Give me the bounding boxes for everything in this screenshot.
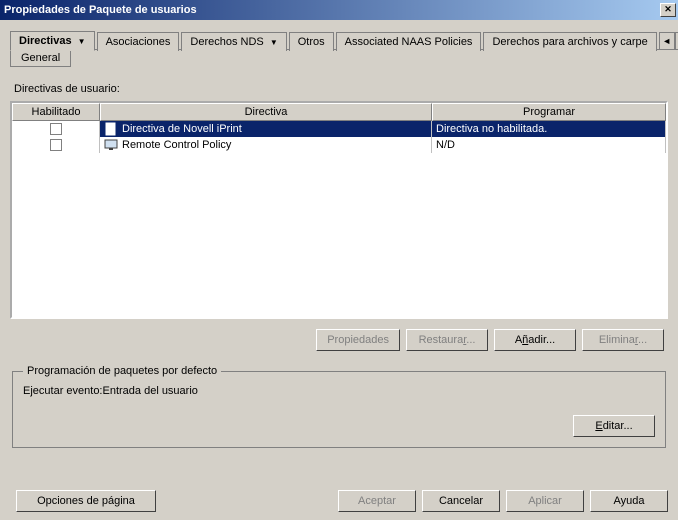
monitor-icon <box>104 138 118 152</box>
ok-button: Aceptar <box>338 490 416 512</box>
tab-directivas-label: Directivas <box>19 35 72 47</box>
schedule-cell: N/D <box>432 137 666 153</box>
add-button[interactable]: Añadir... <box>494 329 576 351</box>
enabled-cell[interactable] <box>12 137 100 153</box>
col-header-directive[interactable]: Directiva <box>100 103 432 121</box>
restore-button: Restaurar... <box>406 329 488 351</box>
checkbox-icon[interactable] <box>50 139 62 151</box>
apply-button: Aplicar <box>506 490 584 512</box>
tab-derechos-nds[interactable]: Derechos NDS ▼ <box>181 32 286 51</box>
directive-label: Directiva de Novell iPrint <box>122 122 242 136</box>
checkbox-icon[interactable] <box>50 123 62 135</box>
run-event-label: Ejecutar evento: <box>23 385 103 397</box>
tab-naas[interactable]: Associated NAAS Policies <box>336 32 482 51</box>
chevron-down-icon: ▼ <box>270 38 278 47</box>
schedule-cell: Directiva no habilitada. <box>432 121 666 137</box>
properties-button: Propiedades <box>316 329 400 351</box>
directive-label: Remote Control Policy <box>122 138 231 152</box>
table-row[interactable]: Directiva de Novell iPrint Directiva no h… <box>12 121 666 137</box>
directives-grid: Habilitado Directiva Programar Directiva… <box>10 101 668 319</box>
tab-directivas[interactable]: Directivas ▼ <box>10 31 95 51</box>
help-button[interactable]: Ayuda <box>590 490 668 512</box>
cancel-button[interactable]: Cancelar <box>422 490 500 512</box>
directive-cell: Directiva de Novell iPrint <box>100 121 432 137</box>
default-schedule-group: Programación de paquetes por defecto Eje… <box>12 365 666 448</box>
run-event-value: Entrada del usuario <box>103 385 198 397</box>
tab-derechos-nds-label: Derechos NDS <box>190 36 263 48</box>
close-icon[interactable]: ✕ <box>660 3 676 17</box>
chevron-down-icon: ▼ <box>78 37 86 46</box>
edit-schedule-button[interactable]: Editar... <box>573 415 655 437</box>
col-header-schedule[interactable]: Programar <box>432 103 666 121</box>
tab-archivos[interactable]: Derechos para archivos y carpe <box>483 32 656 51</box>
tab-otros-label: Otros <box>298 36 325 48</box>
tab-strip: Directivas ▼ Asociaciones Derechos NDS ▼… <box>10 30 668 50</box>
tab-asociaciones-label: Asociaciones <box>106 36 171 48</box>
tab-naas-label: Associated NAAS Policies <box>345 36 473 48</box>
subtab-general[interactable]: General <box>10 50 71 67</box>
window-title: Propiedades de Paquete de usuarios <box>4 4 660 16</box>
doc-icon <box>104 122 118 136</box>
titlebar: Propiedades de Paquete de usuarios ✕ <box>0 0 678 20</box>
table-row[interactable]: Remote Control Policy N/D <box>12 137 666 153</box>
tab-otros[interactable]: Otros <box>289 32 334 51</box>
section-user-directives: Directivas de usuario: <box>14 83 668 95</box>
page-options-button[interactable]: Opciones de página <box>16 490 156 512</box>
tab-archivos-label: Derechos para archivos y carpe <box>492 36 647 48</box>
delete-button: Eliminar... <box>582 329 664 351</box>
subtab-general-label: General <box>21 52 60 64</box>
col-header-enabled[interactable]: Habilitado <box>12 103 100 121</box>
default-schedule-legend: Programación de paquetes por defecto <box>23 365 221 377</box>
directive-cell: Remote Control Policy <box>100 137 432 153</box>
tab-scroll-left[interactable]: ◄ <box>659 32 675 50</box>
enabled-cell[interactable] <box>12 121 100 137</box>
tab-asociaciones[interactable]: Asociaciones <box>97 32 180 51</box>
